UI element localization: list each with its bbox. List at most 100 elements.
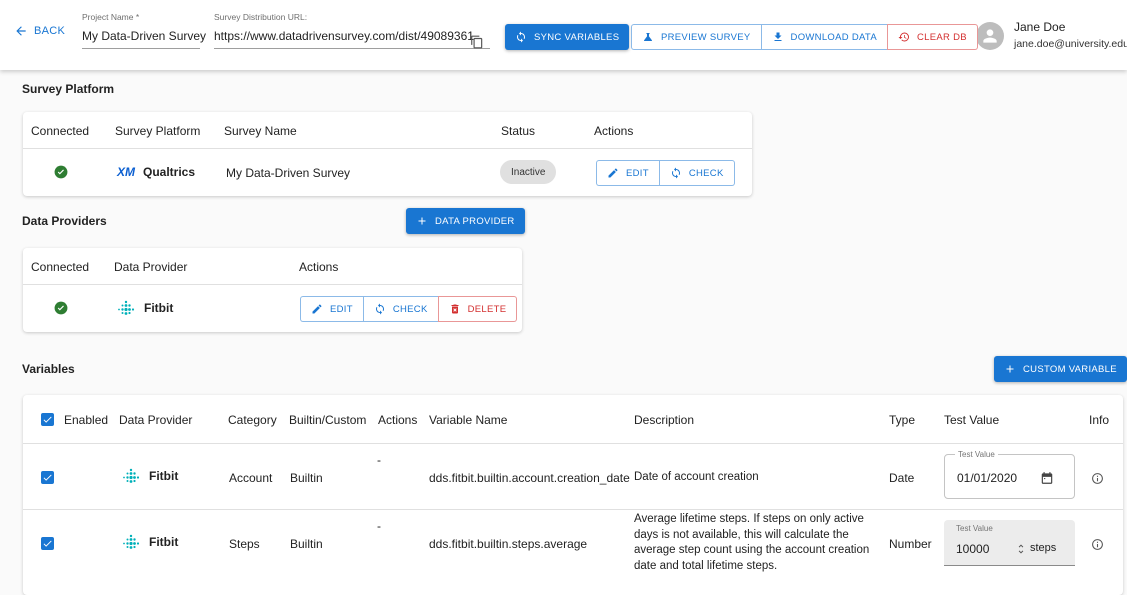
survey-url-field[interactable]: Survey Distribution URL: https://www.dat… [214,12,490,49]
copy-icon[interactable] [470,34,484,50]
test-value-input[interactable]: 01/01/2020 [957,471,1017,485]
test-value-input[interactable]: 10000 [956,542,989,556]
variable-name: dds.fitbit.builtin.account.creation_date [429,471,630,485]
delete-provider-button[interactable]: DELETE [437,296,518,322]
add-custom-variable-label: CUSTOM VARIABLE [1023,363,1117,375]
fitbit-logo-icon [123,534,140,549]
divider [23,148,752,149]
restore-icon [898,32,909,42]
variable-category: Account [229,471,273,485]
pencil-icon [312,304,322,314]
provider-action-group: EDIT CHECK DELETE [300,296,518,322]
stepper-icon[interactable] [1015,543,1027,555]
user-name: Jane Doe [1014,20,1066,34]
edit-platform-button[interactable]: EDIT [596,160,660,186]
plus-icon [1006,365,1014,373]
test-value-label: Test Value [955,450,998,459]
project-name-label: Project Name * [82,12,140,22]
fitbit-provider: Fitbit [116,300,173,316]
check-label: CHECK [392,303,428,315]
flask-icon [644,33,652,41]
column-header: Builtin/Custom [289,413,367,427]
top-app-bar: BACK Project Name * My Data-Driven Surve… [0,0,1127,70]
sync-icon [671,167,680,179]
add-custom-variable-button[interactable]: CUSTOM VARIABLE [994,356,1127,382]
status-badge: Inactive [500,160,557,184]
variables-title: Variables [22,362,75,376]
preview-survey-button[interactable]: PREVIEW SURVEY [631,24,762,50]
check-icon [43,416,52,423]
back-label: BACK [34,25,66,37]
variable-kind: Builtin [290,537,323,551]
survey-url-input[interactable]: https://www.datadrivensurvey.com/dist/49… [214,29,490,49]
variable-actions: - [377,453,381,467]
column-header: Actions [594,124,634,138]
survey-url-label: Survey Distribution URL: [214,12,308,22]
project-name-input[interactable]: My Data-Driven Survey [82,29,206,49]
variable-kind: Builtin [290,471,323,485]
platform-name: Qualtrics [143,165,196,179]
download-data-label: DOWNLOAD DATA [790,31,877,43]
variables-table: Enabled Data Provider Category Builtin/C… [23,395,1123,595]
edit-provider-button[interactable]: EDIT [300,296,364,322]
column-header: Data Provider [119,413,193,427]
info-icon[interactable] [1091,472,1104,485]
preview-survey-label: PREVIEW SURVEY [661,31,751,43]
check-icon [43,474,52,481]
variable-description: Date of account creation [634,471,759,483]
pencil-icon [608,168,618,178]
add-data-provider-label: DATA PROVIDER [435,215,515,227]
column-header: Actions [299,260,339,274]
avatar[interactable] [976,22,1004,50]
fitbit-logo-icon [123,468,140,483]
select-all-checkbox[interactable] [41,413,54,426]
test-value-date-field[interactable]: Test Value 01/01/2020 [944,450,1075,499]
sync-icon [517,31,525,43]
clear-db-label: CLEAR DB [916,31,967,43]
check-provider-button[interactable]: CHECK [362,296,439,322]
column-header: Survey Platform [115,124,201,138]
trash-icon [451,304,459,314]
add-data-provider-button[interactable]: DATA PROVIDER [406,208,525,234]
fitbit-logo-icon [118,300,135,315]
variable-type: Date [889,471,915,485]
provider-name: Fitbit [149,535,179,549]
divider [23,443,1123,444]
variable-description: Average lifetime steps. If steps on only… [634,513,870,572]
check-platform-button[interactable]: CHECK [658,160,735,186]
project-name-field[interactable]: Project Name * My Data-Driven Survey [82,12,206,49]
clear-db-button[interactable]: CLEAR DB [886,24,978,50]
divider [23,509,1123,510]
header-action-group: PREVIEW SURVEY DOWNLOAD DATA CLEAR DB [631,24,978,50]
sync-variables-button[interactable]: SYNC VARIABLES [505,24,630,50]
platform-action-group: EDIT CHECK [596,160,735,186]
info-icon[interactable] [1091,538,1104,551]
column-header: Type [889,413,916,427]
check-label: CHECK [688,167,724,179]
qualtrics-platform: XM Qualtrics [117,165,195,179]
test-value-number-field[interactable]: Test Value 10000 steps [944,520,1075,566]
enabled-checkbox[interactable] [41,471,54,484]
test-value-unit: steps [1030,542,1057,554]
sync-variables-label: SYNC VARIABLES [534,31,620,43]
data-providers-title: Data Providers [22,214,107,228]
variable-category: Steps [229,537,260,551]
test-value-label: Test Value [956,524,993,533]
variable-provider: Fitbit [121,468,178,484]
calendar-icon[interactable] [1040,471,1054,485]
plus-icon [418,217,426,225]
column-header: Survey Name [224,124,297,138]
column-header: Status [501,124,536,138]
qualtrics-logo: XM [117,165,135,179]
data-providers-table: Connected Data Provider Actions Fitbit E… [23,248,522,332]
enabled-checkbox[interactable] [41,537,54,550]
sync-icon [375,303,384,315]
arrow-left-icon [16,26,26,36]
divider [23,284,522,285]
back-button[interactable]: BACK [14,24,65,38]
download-data-button[interactable]: DOWNLOAD DATA [760,24,888,50]
provider-name: Fitbit [144,301,174,315]
edit-label: EDIT [330,303,353,315]
column-header: Actions [378,413,418,427]
column-header: Data Provider [114,260,188,274]
